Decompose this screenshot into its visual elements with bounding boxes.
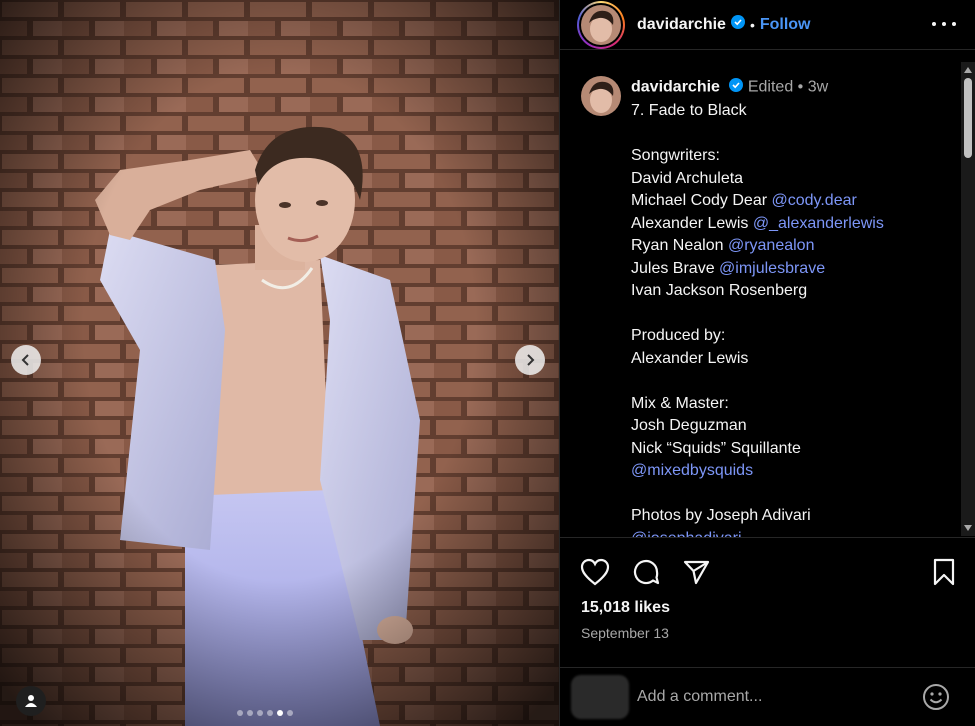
- user-tag-icon: [25, 695, 37, 707]
- comment-input[interactable]: [637, 684, 897, 710]
- like-button[interactable]: [580, 557, 610, 587]
- next-slide-button[interactable]: [515, 345, 545, 375]
- carousel-indicator: [237, 710, 293, 716]
- caption-separator: •: [797, 78, 804, 96]
- caption-line-text: Ivan Jackson Rosenberg: [631, 282, 808, 299]
- chevron-left-icon: [21, 354, 29, 366]
- caption-line-text: Songwriters:: [631, 147, 720, 164]
- mention-link[interactable]: @imjulesbrave: [719, 260, 825, 277]
- post-details-panel: davidarchie • Follow davidarchie Edited …: [559, 0, 975, 726]
- post-actions: 15,018 likes September 13: [560, 537, 975, 657]
- caption-text: 7. Fade to Black Songwriters: David Archul…: [631, 100, 884, 537]
- chevron-right-icon: [527, 354, 535, 366]
- mention-link[interactable]: @josephadivari: [631, 530, 742, 538]
- caption-line-text: Nick “Squids” Squillante: [631, 439, 801, 457]
- comment-bubble-icon: [633, 559, 660, 585]
- post-time[interactable]: 3w: [808, 79, 828, 96]
- tagged-users-button[interactable]: [16, 686, 46, 716]
- caption-line: Nick “Squids” Squillante: [631, 438, 884, 461]
- caption-line-text: Jules Brave: [631, 259, 720, 277]
- caption-line: Michael Cody Dear @cody.dear: [631, 190, 884, 213]
- header-username[interactable]: davidarchie: [637, 16, 726, 34]
- avatar: [581, 4, 621, 45]
- caption-scrollbar[interactable]: [961, 62, 975, 536]
- caption-line-text: Michael Cody Dear: [631, 192, 772, 209]
- heart-icon: [580, 558, 610, 586]
- caption-username[interactable]: davidarchie: [631, 79, 720, 96]
- header-separator: •: [749, 16, 755, 33]
- mention-link[interactable]: @cody.dear: [772, 192, 857, 209]
- share-button[interactable]: [681, 557, 711, 587]
- carousel-dot: [237, 710, 243, 716]
- carousel-dot: [247, 710, 253, 716]
- comment-bar: [560, 667, 975, 726]
- comment-button[interactable]: [631, 557, 661, 587]
- caption-line: Josh Deguzman: [631, 415, 884, 438]
- caption-line-text: Alexander Lewis: [631, 349, 749, 367]
- caption-line-text: David Archuleta: [631, 169, 744, 187]
- caption-line: Photos by Joseph Adivari: [631, 505, 884, 528]
- caption-line: David Archuleta: [631, 168, 884, 191]
- carousel-dot: [277, 710, 283, 716]
- more-options-icon[interactable]: [932, 14, 956, 34]
- bookmark-icon: [933, 558, 955, 586]
- post-header: davidarchie • Follow: [560, 0, 975, 50]
- current-user-avatar: [571, 675, 629, 719]
- caption-line: [631, 483, 884, 506]
- carousel-dot: [257, 710, 263, 716]
- caption-line: @josephadivari: [631, 528, 884, 538]
- caption-line-text: Ryan Nealon: [631, 237, 728, 254]
- mention-link[interactable]: @ryanealon: [728, 237, 815, 254]
- caption-line-text: 7. Fade to Black: [631, 102, 747, 119]
- caption-line: [631, 123, 884, 146]
- caption-line: Alexander Lewis @_alexanderlewis: [631, 213, 884, 236]
- paper-plane-icon: [683, 560, 710, 585]
- save-button[interactable]: [929, 557, 959, 587]
- caption-line-text: Alexander Lewis: [631, 214, 753, 232]
- caption-line-text: Mix & Master:: [631, 394, 729, 412]
- caption-line: Alexander Lewis: [631, 348, 884, 371]
- post-photo: [0, 0, 559, 726]
- caption-line: [631, 370, 884, 393]
- caption-line: Ivan Jackson Rosenberg: [631, 280, 884, 303]
- carousel-dot: [267, 710, 273, 716]
- caption-line: 7. Fade to Black: [631, 100, 884, 123]
- follow-button[interactable]: Follow: [760, 16, 811, 34]
- emoji-smile-icon[interactable]: [922, 683, 950, 711]
- caption-line: Mix & Master:: [631, 393, 884, 416]
- caption-avatar[interactable]: [581, 76, 621, 116]
- verified-badge-icon: [729, 78, 744, 97]
- caption-line-text: Produced by:: [631, 327, 726, 344]
- caption-line: Songwriters:: [631, 145, 884, 168]
- caption-line-text: Josh Deguzman: [631, 417, 747, 434]
- scroll-up-icon[interactable]: [964, 67, 972, 73]
- caption-line: @mixedbysquids: [631, 460, 884, 483]
- scroll-down-icon[interactable]: [964, 525, 972, 531]
- edited-label: Edited: [747, 78, 794, 96]
- caption-line-text: Photos by Joseph Adivari: [631, 507, 811, 524]
- mention-link[interactable]: @_alexanderlewis: [753, 215, 884, 232]
- mention-link[interactable]: @mixedbysquids: [631, 462, 753, 479]
- carousel-dot: [287, 710, 293, 716]
- post-date: September 13: [581, 625, 669, 641]
- likes-count[interactable]: 15,018 likes: [581, 599, 670, 617]
- caption-header: davidarchie Edited • 3w: [631, 78, 828, 97]
- caption-line: Produced by:: [631, 325, 884, 348]
- verified-badge-icon: [730, 15, 745, 34]
- caption-line: Ryan Nealon @ryanealon: [631, 235, 884, 258]
- post-media[interactable]: [0, 0, 559, 726]
- caption-line: Jules Brave @imjulesbrave: [631, 258, 884, 281]
- story-avatar[interactable]: [577, 0, 625, 49]
- caption-section: davidarchie Edited • 3w 7. Fade to Black…: [560, 62, 964, 537]
- previous-slide-button[interactable]: [11, 345, 41, 375]
- caption-line: [631, 303, 884, 326]
- scroll-thumb[interactable]: [964, 78, 972, 158]
